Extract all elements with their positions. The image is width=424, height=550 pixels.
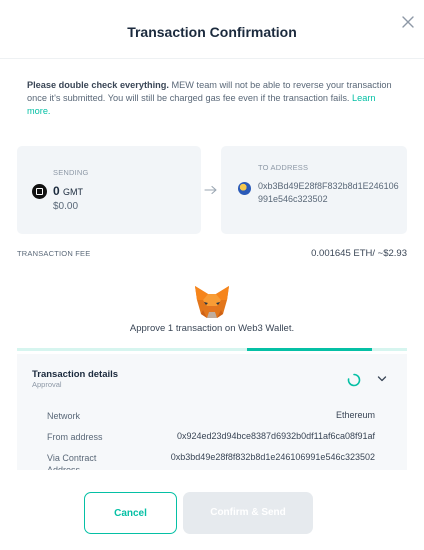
arrow-right-icon [204, 185, 217, 195]
cancel-button[interactable]: Cancel [84, 492, 177, 534]
amount-unit: GMT [63, 187, 84, 197]
address-identicon [238, 182, 251, 195]
network-value: Ethereum [335, 410, 375, 420]
network-label: Network [47, 411, 81, 421]
sending-label: SENDING [53, 168, 89, 177]
from-address-label: From address [47, 432, 103, 442]
to-address-value: 0xb3Bd49E28f8F832b8d1E246106991e546c3235… [258, 181, 399, 204]
sending-card: SENDING 0 GMT $0.00 [17, 146, 201, 234]
notice-bold: Please double check everything. [27, 80, 169, 90]
confirm-send-button[interactable]: Confirm & Send [183, 492, 313, 534]
via-contract-value: 0xb3bd49e28f8f832b8d1e246106991e546c3235… [170, 452, 375, 462]
header-divider [0, 58, 424, 59]
to-address-label: TO ADDRESS [258, 163, 309, 172]
via-contract-label: Via Contract Address [47, 453, 97, 470]
transaction-fee-value: 0.001645 ETH/ ~$2.93 [311, 248, 407, 259]
sending-usd: $0.00 [53, 201, 79, 212]
token-icon [32, 184, 47, 199]
dialog-title: Transaction Confirmation [127, 24, 297, 40]
metamask-fox-icon [195, 286, 229, 318]
from-address-value: 0x924ed23d94bce8387d6932b0df11af6ca08f91… [176, 431, 375, 441]
loading-spinner-icon [347, 373, 361, 387]
progress-fill [247, 348, 372, 351]
wallet-progress-bar [17, 348, 407, 351]
transaction-details-panel: Transaction details Approval Network Eth… [17, 354, 407, 470]
approve-instruction: Approve 1 transaction on Web3 Wallet. [129, 323, 295, 334]
to-address-card: TO ADDRESS 0xb3Bd49E28f8F832b8d1E2461069… [221, 146, 407, 234]
details-title: Transaction details [32, 369, 119, 380]
warning-notice: Please double check everything. MEW team… [27, 79, 397, 118]
amount-value: 0 [53, 184, 60, 198]
transaction-fee-label: TRANSACTION FEE [17, 249, 91, 258]
sending-amount: 0 GMT [53, 184, 83, 198]
chevron-down-icon[interactable] [377, 375, 387, 383]
details-subtitle: Approval [32, 380, 62, 389]
transaction-confirmation-dialog: Transaction Confirmation Please double c… [0, 0, 424, 550]
